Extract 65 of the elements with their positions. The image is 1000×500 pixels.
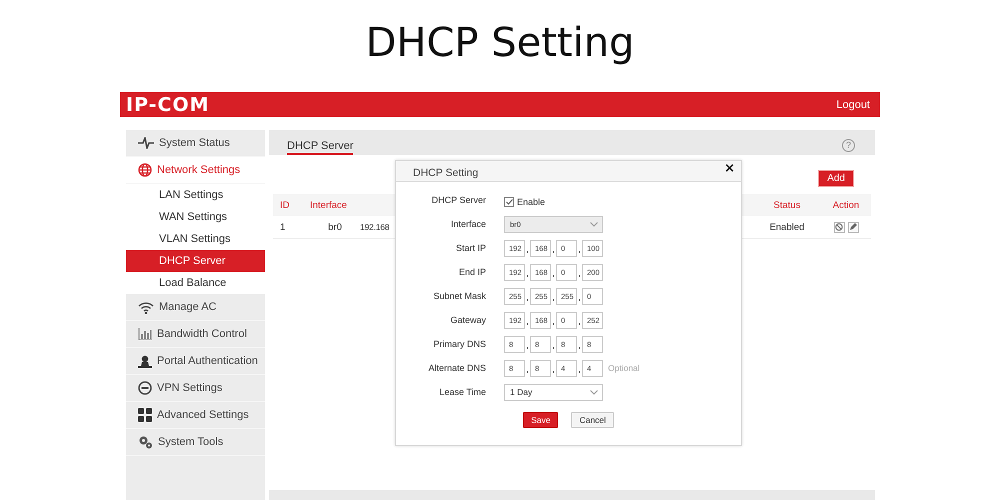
sidebar-subitem[interactable]: LAN Settings [126,184,265,206]
sidebar-item[interactable]: Advanced Settings [126,402,265,429]
column-header: ID [280,200,290,210]
add-button[interactable]: Add [818,170,854,187]
sidebar-label: Portal Authentication [157,355,258,367]
sidebar-label: System Tools [158,436,224,448]
wifi-icon [138,300,154,314]
sidebar-label: Bandwidth Control [157,328,247,340]
hint-text: Optional [608,363,640,373]
circle-icon [138,381,152,395]
bar-chart-icon [138,328,152,340]
globe-icon [138,163,152,177]
chevron-down-icon [590,222,598,226]
gears-icon [138,435,153,449]
dialog-title: DHCP Setting [413,166,478,179]
field-label: Primary DNS [432,339,487,349]
sidebar-label: VPN Settings [157,382,222,394]
sidebar-item[interactable]: Network Settings [126,157,265,184]
person-icon [138,354,152,368]
field-label: End IP [458,267,487,277]
dropdown[interactable]: 1 Day [504,384,603,400]
save-button[interactable]: Save [523,412,558,428]
disable-button[interactable] [834,222,844,232]
grid-icon [138,408,152,422]
sidebar-item[interactable]: VPN Settings [126,375,265,402]
sidebar-item[interactable]: System Tools [126,429,265,456]
field-label: Subnet Mask [432,291,487,301]
field-label: Start IP [454,243,487,253]
column-header: Action [832,200,860,210]
sidebar-subitem[interactable]: DHCP Server [126,250,265,272]
sidebar-item[interactable]: Portal Authentication [126,348,265,375]
field-label: Gateway [449,315,487,325]
table-cell-text: 1 [280,222,286,232]
checkbox[interactable] [504,197,514,207]
cancel-button[interactable]: Cancel [571,412,614,428]
sidebar-label: Manage AC [159,301,216,313]
logout-link[interactable]: Logout [836,98,870,110]
table-cell-text: Enabled [768,222,806,232]
close-button[interactable]: × [724,160,735,176]
chevron-down-icon [590,390,598,394]
table-cell-text: br0 [327,222,343,232]
edit-button[interactable] [848,222,858,232]
sidebar-label: Advanced Settings [157,409,249,421]
pulse-icon [138,137,154,149]
column-header: Interface [310,200,348,210]
field-label: Lease Time [438,387,487,397]
check-icon [506,199,512,205]
field-label: Interface [450,219,487,229]
sidebar-subitem[interactable]: WAN Settings [126,206,265,228]
sidebar-subitem[interactable]: Load Balance [126,272,265,294]
sidebar-label: System Status [159,137,230,149]
dropdown-value: 1 Day [510,387,532,397]
column-header: Status [772,200,802,210]
table-cell: 192.168 [360,222,390,232]
sidebar-item[interactable]: Manage AC [126,294,265,321]
page-title: DHCP Setting [366,20,634,68]
logo: IP-COM [126,94,210,116]
sidebar-subitem[interactable]: VLAN Settings [126,228,265,250]
checkbox-label: Enable [517,197,546,207]
pencil-icon [849,223,857,231]
field-label: Alternate DNS [427,363,487,373]
sidebar-item[interactable]: Bandwidth Control [126,321,265,348]
prohibit-icon [835,223,843,231]
sidebar-label: Network Settings [157,164,240,176]
field-label: DHCP Server [430,195,487,205]
